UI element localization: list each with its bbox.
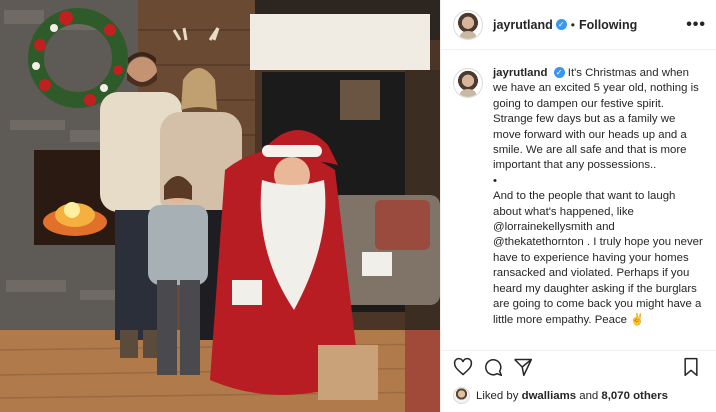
instagram-post: jayrutland ✓ • Following ••• jayrutland … bbox=[0, 0, 716, 412]
avatar[interactable] bbox=[453, 387, 470, 404]
caption-text: jayrutland ✓ It's Christmas and when we … bbox=[493, 66, 706, 328]
caption-paragraph-1: jayrutland ✓ It's Christmas and when we … bbox=[493, 66, 706, 174]
bookmark-icon[interactable] bbox=[682, 357, 700, 377]
caption-text-2a: And to the people that want to laugh abo… bbox=[493, 190, 676, 218]
more-options-icon[interactable]: ••• bbox=[686, 16, 706, 34]
avatar[interactable] bbox=[453, 68, 483, 98]
caption-text-1: It's Christmas and when we have an excit… bbox=[493, 67, 699, 172]
mention-link[interactable]: @lorrainekellysmith bbox=[493, 221, 593, 233]
post-sidebar: jayrutland ✓ • Following ••• jayrutland … bbox=[440, 0, 716, 412]
liker-username-link[interactable]: dwalliams bbox=[522, 390, 576, 402]
heart-icon[interactable] bbox=[453, 357, 473, 377]
post-header: jayrutland ✓ • Following ••• bbox=[441, 0, 716, 50]
verified-badge-icon: ✓ bbox=[555, 19, 567, 30]
following-button[interactable]: Following bbox=[579, 18, 637, 32]
comment-icon[interactable] bbox=[483, 357, 503, 377]
family-christmas-photo bbox=[0, 0, 440, 412]
likes-and: and bbox=[579, 389, 599, 402]
share-icon[interactable] bbox=[513, 357, 533, 377]
action-bar bbox=[441, 350, 716, 382]
separator: • bbox=[570, 17, 575, 32]
caption-separator: • bbox=[493, 174, 497, 187]
post-photo[interactable] bbox=[0, 0, 440, 412]
caption-username-link[interactable]: jayrutland bbox=[493, 67, 547, 79]
verified-badge-icon: ✓ bbox=[553, 67, 565, 79]
likes-prefix: Liked by bbox=[476, 389, 519, 402]
mention-link[interactable]: @thekatethornton bbox=[493, 236, 584, 248]
likes-count-link[interactable]: 8,070 others bbox=[601, 390, 667, 402]
caption-and: and bbox=[595, 221, 615, 234]
avatar[interactable] bbox=[453, 9, 483, 40]
post-caption: jayrutland ✓ It's Christmas and when we … bbox=[453, 66, 706, 328]
likes-summary: Liked by dwalliams and 8,070 others bbox=[453, 387, 668, 404]
username-link[interactable]: jayrutland bbox=[493, 18, 553, 32]
caption-text-2b: . I truly hope you never have to experie… bbox=[493, 236, 703, 326]
caption-paragraph-2: And to the people that want to laugh abo… bbox=[493, 189, 706, 328]
